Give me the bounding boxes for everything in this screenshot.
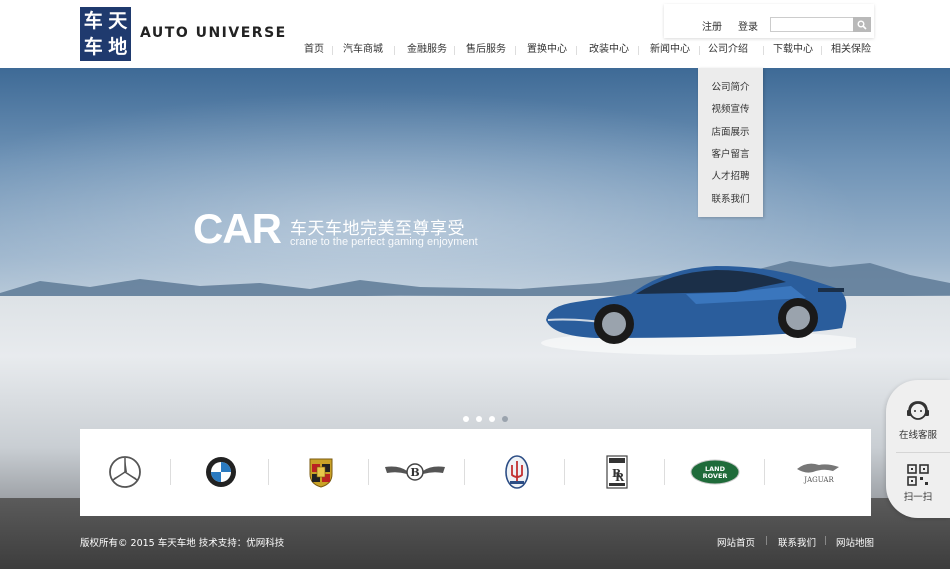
search-icon bbox=[857, 20, 867, 30]
brand-maserati[interactable] bbox=[472, 447, 562, 497]
scan-label: 扫一扫 bbox=[903, 492, 933, 503]
brand-mercedes[interactable] bbox=[80, 447, 170, 497]
logo-char: 地 bbox=[108, 35, 128, 58]
brand-divider bbox=[464, 459, 465, 485]
nav-divider bbox=[332, 46, 333, 55]
porsche-logo-icon bbox=[309, 458, 333, 488]
footer-link-contact[interactable]: 联系我们 bbox=[778, 535, 816, 549]
sports-car-graphic bbox=[541, 266, 856, 355]
brand-strip: B R R LAND ROVER JAGUAR bbox=[80, 429, 871, 516]
footer-divider bbox=[825, 536, 826, 545]
top-bar: 注册 登录 bbox=[664, 4, 874, 38]
slider-dot[interactable] bbox=[489, 416, 495, 422]
hero-subtitle: crane to the perfect gaming enjoyment bbox=[290, 236, 478, 248]
nav-divider bbox=[763, 46, 764, 55]
brand-porsche[interactable] bbox=[276, 447, 366, 497]
footer-link-sitemap[interactable]: 网站地图 bbox=[836, 535, 874, 549]
nav-item-trade-in[interactable]: 置换中心 bbox=[527, 41, 567, 59]
company-dropdown-menu: 公司简介 视频宣传 店面展示 客户留言 人才招聘 联系我们 bbox=[698, 68, 763, 217]
brand-divider bbox=[664, 459, 665, 485]
dropdown-item-video[interactable]: 视频宣传 bbox=[698, 101, 763, 115]
nav-item-modification[interactable]: 改装中心 bbox=[589, 41, 629, 59]
footer-link-home[interactable]: 网站首页 bbox=[717, 535, 755, 549]
logo-char: 车 bbox=[83, 35, 103, 58]
slider-dot-active[interactable] bbox=[502, 416, 508, 422]
brand-bentley[interactable]: B bbox=[370, 447, 460, 497]
nav-divider bbox=[699, 46, 700, 55]
main-nav: 首页 汽车商城 金融服务 售后服务 置换中心 改装中心 新闻中心 公司介绍 下载… bbox=[292, 41, 882, 59]
search-input[interactable] bbox=[770, 17, 854, 32]
brand-land-rover[interactable]: LAND ROVER bbox=[670, 447, 760, 497]
dropdown-item-company-profile[interactable]: 公司简介 bbox=[698, 79, 763, 93]
scan-qr-button[interactable]: 扫一扫 bbox=[886, 464, 950, 503]
brand-jaguar[interactable]: JAGUAR bbox=[774, 447, 864, 497]
nav-divider bbox=[821, 46, 822, 55]
svg-text:R: R bbox=[615, 471, 625, 484]
page: 车 天 车 地 AUTO UNIVERSE 注册 登录 首页 汽车商城 金融服务 bbox=[0, 0, 950, 569]
side-divider bbox=[896, 452, 950, 453]
jaguar-logo-icon: JAGUAR bbox=[797, 463, 839, 484]
dropdown-item-contact[interactable]: 联系我们 bbox=[698, 191, 763, 205]
logo-char: 天 bbox=[108, 9, 128, 32]
nav-item-home[interactable]: 首页 bbox=[304, 41, 324, 59]
svg-text:JAGUAR: JAGUAR bbox=[803, 476, 834, 484]
nav-item-finance[interactable]: 金融服务 bbox=[407, 41, 447, 59]
online-service-label: 在线客服 bbox=[898, 430, 937, 441]
logo-text: AUTO UNIVERSE bbox=[140, 25, 287, 41]
hero-car-word: CAR bbox=[193, 205, 282, 252]
nav-item-company[interactable]: 公司介绍 bbox=[708, 41, 748, 59]
nav-divider bbox=[576, 46, 577, 55]
customer-service-icon bbox=[907, 401, 929, 420]
svg-text:ROVER: ROVER bbox=[703, 472, 728, 480]
nav-divider bbox=[454, 46, 455, 55]
footer-divider bbox=[766, 536, 767, 545]
search-button[interactable] bbox=[853, 17, 871, 32]
nav-item-after-sales[interactable]: 售后服务 bbox=[466, 41, 506, 59]
nav-item-car-mall[interactable]: 汽车商城 bbox=[343, 41, 383, 59]
rolls-royce-logo-icon: R R bbox=[606, 455, 628, 489]
slider-dot[interactable] bbox=[463, 416, 469, 422]
bmw-logo-icon bbox=[206, 457, 236, 487]
dropdown-item-messages[interactable]: 客户留言 bbox=[698, 146, 763, 160]
login-link[interactable]: 登录 bbox=[738, 18, 758, 33]
nav-item-news[interactable]: 新闻中心 bbox=[650, 41, 690, 59]
nav-item-downloads[interactable]: 下载中心 bbox=[773, 41, 813, 59]
header: 车 天 车 地 AUTO UNIVERSE 注册 登录 首页 汽车商城 金融服务 bbox=[0, 0, 950, 68]
qr-code-icon bbox=[907, 464, 929, 486]
brand-divider bbox=[368, 459, 369, 485]
brand-divider bbox=[268, 459, 269, 485]
brand-bmw[interactable] bbox=[176, 447, 266, 497]
mercedes-logo-icon bbox=[109, 456, 141, 488]
nav-item-insurance[interactable]: 相关保险 bbox=[831, 41, 871, 59]
land-rover-logo-icon: LAND ROVER bbox=[690, 459, 740, 485]
brand-rolls-royce[interactable]: R R bbox=[572, 447, 662, 497]
nav-divider bbox=[394, 46, 395, 55]
logo-mark[interactable]: 车 天 车 地 bbox=[80, 7, 131, 61]
online-service-button[interactable]: 在线客服 bbox=[886, 398, 950, 441]
dropdown-item-careers[interactable]: 人才招聘 bbox=[698, 168, 763, 182]
register-link[interactable]: 注册 bbox=[702, 18, 722, 33]
slider-dot[interactable] bbox=[476, 416, 482, 422]
bentley-logo-icon: B bbox=[385, 463, 445, 481]
brand-divider bbox=[170, 459, 171, 485]
svg-text:B: B bbox=[410, 466, 419, 479]
dropdown-item-stores[interactable]: 店面展示 bbox=[698, 124, 763, 138]
nav-divider bbox=[515, 46, 516, 55]
side-service-widget: 在线客服 扫一扫 bbox=[886, 380, 950, 518]
nav-divider bbox=[638, 46, 639, 55]
copyright-text: 版权所有© 2015 车天车地 技术支持：优网科技 bbox=[80, 538, 285, 549]
logo-char: 车 bbox=[83, 9, 103, 32]
brand-divider bbox=[564, 459, 565, 485]
maserati-logo-icon bbox=[505, 455, 529, 489]
brand-divider bbox=[764, 459, 765, 485]
